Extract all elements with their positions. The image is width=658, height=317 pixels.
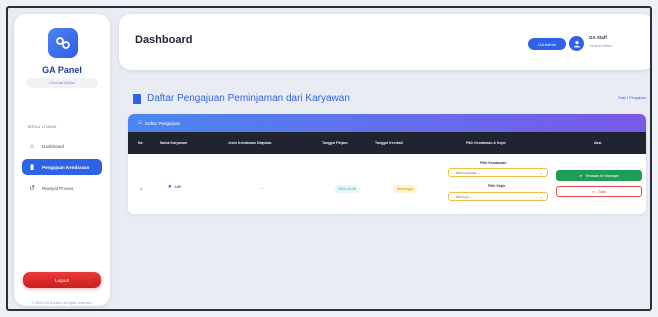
driver-select-value: -- Pilih Sopir -- bbox=[453, 194, 473, 199]
sidebar-item-label: Pengajuan Kendaraan bbox=[42, 164, 90, 170]
role-badge: GA Admin bbox=[528, 38, 566, 50]
user-icon: ● bbox=[168, 184, 172, 190]
total-link[interactable]: Total 1 Pengajuan bbox=[618, 96, 646, 100]
employee-cell: ● luffi bbox=[168, 184, 181, 190]
sidebar-item-label: Dashboard bbox=[42, 143, 65, 149]
vehicle-select-label: Pilih Kendaraan bbox=[480, 161, 507, 165]
list-icon: ☷ bbox=[138, 120, 143, 125]
column-header: Pilih Kendaraan & Sopir bbox=[466, 141, 506, 145]
top-header: Dashboard GA Admin GA Staff General Affa… bbox=[119, 14, 650, 70]
table-header: No Nama Karyawan Jenis Kendaraan Diajuka… bbox=[128, 132, 646, 154]
document-icon: ▮ bbox=[30, 164, 34, 171]
page-title: Dashboard bbox=[135, 34, 193, 46]
card-title: Daftar Pengajuan bbox=[145, 120, 181, 126]
column-header: Tanggal Pinjam bbox=[322, 141, 348, 145]
approve-label: Teruskan ke Manager bbox=[585, 173, 619, 178]
nav-heading: MENU UTAMA bbox=[28, 124, 57, 129]
logout-label: Logout bbox=[55, 277, 69, 283]
avatar[interactable] bbox=[569, 36, 584, 51]
logout-button[interactable]: Logout bbox=[23, 272, 101, 288]
reject-label: Tolak bbox=[597, 189, 607, 194]
close-icon: ✕ bbox=[591, 189, 595, 194]
row-number: 1 bbox=[140, 186, 143, 191]
send-icon: ➤ bbox=[579, 173, 583, 178]
sidebar-item-pengajuan[interactable]: ▮ Pengajuan Kendaraan bbox=[22, 159, 102, 175]
borrow-date-badge: 2024-12-06 bbox=[334, 185, 360, 193]
table-row: 1 ● luffi — 2024-12-06 Menunggu Pilih Ken… bbox=[128, 154, 646, 214]
sidebar-item-riwayat[interactable]: ↺ Riwayat Proses bbox=[22, 180, 102, 196]
app-window: GA Panel General Affairs MENU UTAMA ⌂ Da… bbox=[6, 6, 652, 311]
vehicle-select-value: -- Pilih Kendaraan -- bbox=[453, 170, 480, 175]
column-header: Nama Karyawan bbox=[160, 141, 188, 145]
employee-name: luffi bbox=[174, 184, 181, 189]
home-icon: ⌂ bbox=[29, 142, 35, 150]
chevron-down-icon: ⌄ bbox=[539, 194, 543, 199]
sidebar-item-label: Riwayat Proses bbox=[42, 185, 74, 191]
column-header: Jenis Kendaraan Diajukan bbox=[228, 141, 272, 145]
driver-select[interactable]: -- Pilih Sopir -- ⌄ bbox=[448, 192, 548, 201]
column-header: No bbox=[138, 141, 143, 145]
reject-button[interactable]: ✕ Tolak bbox=[556, 186, 642, 197]
column-header: Tanggal Kembali bbox=[375, 141, 403, 145]
brand-subtitle: General Affairs bbox=[26, 78, 98, 88]
user-icon bbox=[573, 40, 580, 47]
card-header: ☷ Daftar Pengajuan bbox=[128, 114, 646, 132]
copyright-text: © 2024 GA System. All rights reserved. bbox=[31, 301, 93, 305]
brand-name: GA Panel bbox=[42, 65, 82, 75]
return-status-badge: Menunggu bbox=[393, 185, 417, 193]
forward-to-manager-button[interactable]: ➤ Teruskan ke Manager bbox=[556, 170, 642, 181]
column-header: Aksi bbox=[594, 141, 602, 145]
vehicle-select[interactable]: -- Pilih Kendaraan -- ⌄ bbox=[448, 168, 548, 177]
chevron-down-icon: ⌄ bbox=[539, 170, 543, 175]
history-icon: ↺ bbox=[29, 185, 35, 192]
driver-select-label: Pilih Sopir bbox=[488, 184, 506, 188]
sidebar-item-dashboard[interactable]: ⌂ Dashboard bbox=[22, 138, 102, 154]
request-table-card: ☷ Daftar Pengajuan No Nama Karyawan Jeni… bbox=[128, 114, 646, 214]
app-logo-icon bbox=[48, 28, 78, 58]
sidebar: GA Panel General Affairs MENU UTAMA ⌂ Da… bbox=[14, 14, 110, 306]
document-icon bbox=[133, 94, 141, 104]
vehicle-type: — bbox=[260, 185, 264, 190]
user-role: General Affairs bbox=[589, 44, 613, 48]
user-name: GA Staff bbox=[589, 35, 607, 40]
section-title: Daftar Pengajuan Peminjaman dari Karyawa… bbox=[147, 93, 350, 104]
